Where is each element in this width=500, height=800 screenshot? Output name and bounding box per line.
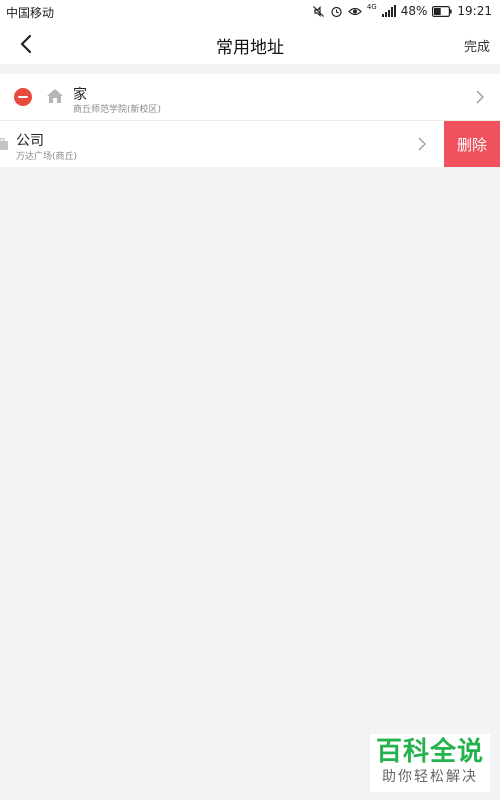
mute-icon xyxy=(312,5,324,17)
watermark-logo: 百科全说 助你轻松解决 xyxy=(370,734,490,792)
battery-percent: 48% xyxy=(400,4,428,18)
alarm-icon xyxy=(331,6,342,17)
done-button[interactable]: 完成 xyxy=(464,36,490,55)
network-type: 4G xyxy=(366,3,377,11)
signal-icon xyxy=(381,5,396,17)
address-detail: 商丘师范学院(新校区) xyxy=(73,105,162,115)
address-name: 家 xyxy=(73,87,87,103)
battery-icon xyxy=(432,5,453,17)
chevron-right-icon xyxy=(418,137,426,151)
section-gap xyxy=(0,64,500,74)
eye-comfort-icon xyxy=(347,7,362,15)
status-icons: 4G 48% 19:21 xyxy=(312,3,492,18)
remove-icon[interactable] xyxy=(14,88,32,106)
address-name: 公司 xyxy=(16,133,44,149)
address-list: 家 商丘师范学院(新校区) 公司 万达广场(商丘) 删除 xyxy=(0,74,500,167)
address-item-home[interactable]: 家 商丘师范学院(新校区) xyxy=(0,74,500,120)
address-detail: 万达广场(商丘) xyxy=(16,152,78,162)
carrier-name: 中国移动 xyxy=(6,6,55,20)
watermark-subtitle: 助你轻松解决 xyxy=(382,769,478,785)
watermark-title: 百科全说 xyxy=(375,737,484,767)
chevron-right-icon xyxy=(476,90,484,104)
clock: 19:21 xyxy=(457,4,492,18)
nav-bar: 常用地址 完成 xyxy=(0,24,500,64)
home-icon xyxy=(47,89,63,103)
address-item-company[interactable]: 公司 万达广场(商丘) 删除 xyxy=(0,120,500,167)
briefcase-icon xyxy=(0,138,8,150)
page-title: 常用地址 xyxy=(216,38,284,58)
status-bar: 中国移动 4G 48% 19:21 xyxy=(0,0,500,24)
delete-button[interactable]: 删除 xyxy=(444,121,500,167)
